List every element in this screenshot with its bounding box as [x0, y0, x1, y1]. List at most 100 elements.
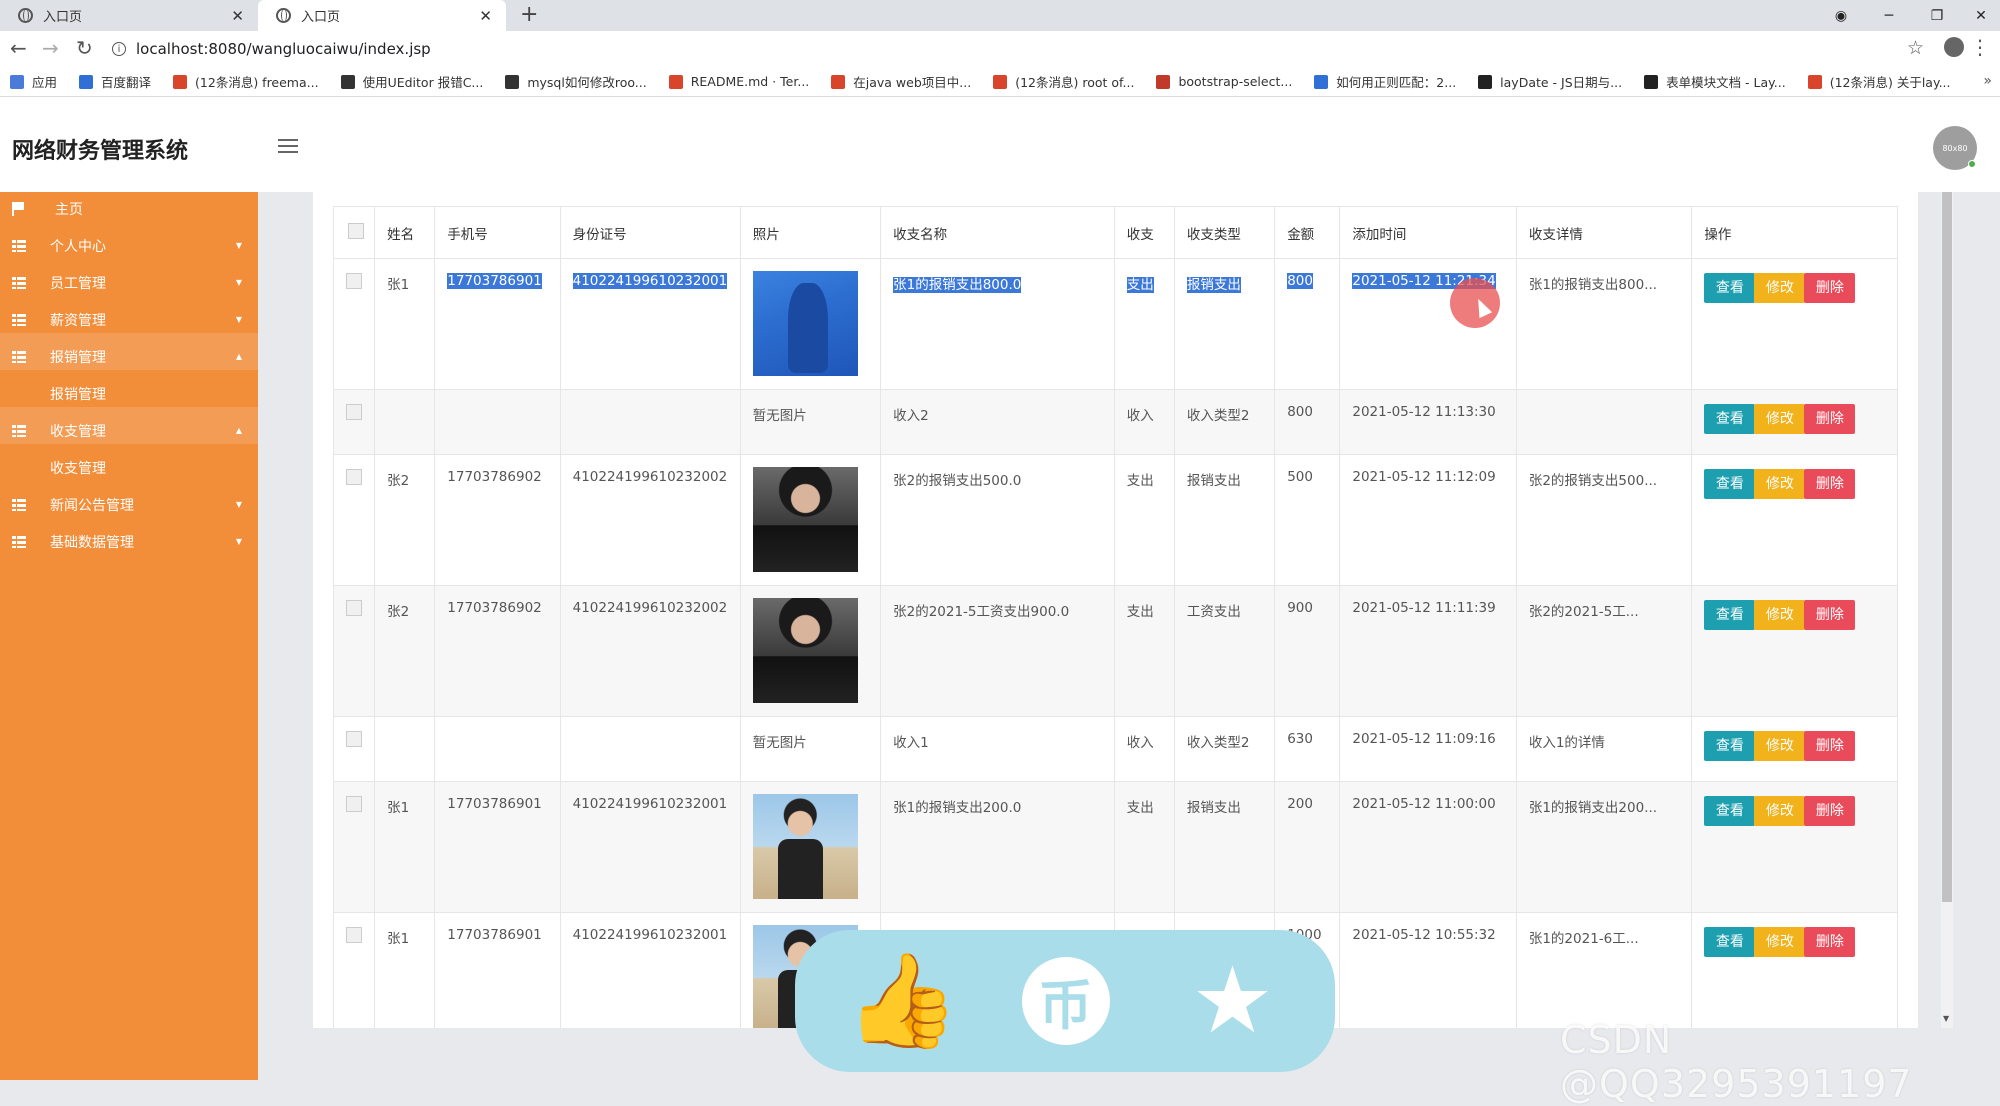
table-row[interactable]: 张2 17703786902 410224199610232002 张2的2021-5… — [332, 585, 1898, 717]
view-button[interactable]: 查看 — [1704, 273, 1756, 303]
bookmarks-bar: 应用 百度翻译 (12条消息) freema... 使用UEditor 报错C... m… — [0, 67, 2000, 97]
cell-text: 2021-05-12 11:12:09 — [1352, 469, 1496, 485]
cell-photo — [739, 781, 882, 913]
cell-actions: 查看 修改 删除 — [1691, 258, 1898, 390]
new-tab-button[interactable]: + — [520, 2, 538, 27]
delete-button[interactable]: 删除 — [1804, 273, 1856, 303]
sidebar-item[interactable]: 基础数据管理 ▼ — [0, 518, 258, 565]
bookmark-item[interactable]: 使用UEditor 报错C... — [340, 72, 483, 91]
hamburger-menu-icon[interactable] — [278, 139, 298, 153]
cell-detail: 张1的报销支出800... — [1515, 258, 1693, 390]
bookmark-item[interactable]: (12条消息) freema... — [173, 72, 319, 91]
row-checkbox[interactable] — [346, 796, 362, 812]
bookmarks-more-icon[interactable]: » — [1983, 73, 1992, 89]
delete-button[interactable]: 删除 — [1804, 731, 1856, 761]
tab-search-icon[interactable]: ◉ — [1818, 0, 1864, 31]
sidebar-subitem-label: 报销管理 — [50, 386, 106, 403]
view-button[interactable]: 查看 — [1704, 927, 1756, 957]
view-button[interactable]: 查看 — [1704, 404, 1756, 434]
view-button[interactable]: 查看 — [1704, 600, 1756, 630]
bookmark-favicon-icon — [173, 74, 188, 89]
edit-button[interactable]: 修改 — [1754, 927, 1806, 957]
delete-button[interactable]: 删除 — [1804, 796, 1856, 826]
avatar-text: 80x80 — [1942, 143, 1968, 153]
star-icon: ★ — [1191, 947, 1274, 1054]
table-row[interactable]: 张1 17703786901 410224199610232001 张1的报销支出80… — [332, 258, 1898, 390]
delete-button[interactable]: 删除 — [1804, 600, 1856, 630]
reload-icon[interactable]: ↻ — [76, 36, 93, 60]
back-icon[interactable]: ← — [10, 36, 27, 60]
sidebar-item-label: 薪资管理 — [50, 312, 106, 329]
delete-button[interactable]: 删除 — [1804, 469, 1856, 499]
bookmark-item[interactable]: mysql如何修改roo... — [505, 72, 647, 91]
bookmark-item[interactable]: (12条消息) 关于lay... — [1807, 72, 1951, 91]
cell-photo — [739, 454, 882, 586]
sidebar-subitem-label: 收支管理 — [50, 460, 106, 477]
bookmark-item[interactable]: 百度翻译 — [79, 72, 151, 91]
cell-text: 收入1 — [893, 735, 929, 751]
bookmark-star-icon[interactable]: ☆ — [1907, 37, 1924, 59]
edit-button[interactable]: 修改 — [1754, 600, 1806, 630]
view-button[interactable]: 查看 — [1704, 469, 1756, 499]
cell-photo — [739, 258, 882, 390]
table-row[interactable]: 暂无图片 收入1 收入 收入类型2 630 2021-05-12 11:09:16 收入1的… — [332, 716, 1898, 782]
info-icon[interactable]: i — [112, 42, 126, 56]
browser-tab-2[interactable]: 入口页 ✕ — [258, 0, 506, 31]
cell-type: 工资支出 — [1173, 585, 1276, 717]
scrollbar-thumb[interactable] — [1942, 192, 1952, 902]
bookmark-item[interactable]: 如何用正则匹配：2... — [1314, 72, 1456, 91]
coin-button[interactable]: 币 — [1013, 948, 1118, 1053]
cell-time: 2021-05-12 11:11:39 — [1339, 585, 1517, 717]
bookmark-item[interactable]: 表单模块文档 - Lay... — [1644, 72, 1786, 91]
close-tab-icon[interactable]: ✕ — [231, 7, 244, 25]
cell-idcard — [559, 716, 741, 782]
cell-text: 张1的报销支出200.0 — [893, 800, 1022, 816]
row-checkbox[interactable] — [346, 469, 362, 485]
row-select-cell — [332, 585, 376, 717]
edit-button[interactable]: 修改 — [1754, 469, 1806, 499]
view-button[interactable]: 查看 — [1704, 731, 1756, 761]
favorite-button[interactable]: ★ — [1180, 947, 1285, 1054]
minimize-icon[interactable]: ─ — [1866, 0, 1912, 31]
row-checkbox[interactable] — [346, 404, 362, 420]
table-row[interactable]: 暂无图片 收入2 收入 收入类型2 800 2021-05-12 11:13:30 查看 修改… — [332, 389, 1898, 455]
cell-amount: 800 — [1274, 258, 1341, 390]
bookmark-item[interactable]: layDate - JS日期与... — [1478, 72, 1622, 91]
bookmark-favicon-icon — [1807, 74, 1822, 89]
restore-icon[interactable]: ❐ — [1914, 0, 1960, 31]
profile-icon[interactable] — [1944, 37, 1964, 57]
row-checkbox[interactable] — [346, 731, 362, 747]
bookmark-item[interactable]: 在java web项目中... — [831, 72, 971, 91]
delete-button[interactable]: 删除 — [1804, 404, 1856, 434]
browser-tab-1[interactable]: 入口页 ✕ — [0, 0, 258, 31]
menu-icon[interactable]: ⋮ — [1970, 35, 1990, 59]
delete-button[interactable]: 删除 — [1804, 927, 1856, 957]
avatar[interactable]: 80x80 — [1933, 126, 1977, 170]
row-checkbox[interactable] — [346, 273, 362, 289]
app-title: 网络财务管理系统 — [12, 139, 189, 164]
table-row[interactable]: 张1 17703786901 410224199610232001 张1的报销支出20… — [332, 781, 1898, 913]
edit-button[interactable]: 修改 — [1754, 404, 1806, 434]
like-button[interactable]: 👍 — [845, 947, 960, 1054]
bookmark-item[interactable]: README.md · Ter... — [668, 74, 809, 89]
close-tab-icon[interactable]: ✕ — [479, 7, 492, 25]
cell-actions: 查看 修改 删除 — [1691, 454, 1898, 586]
bookmark-item[interactable]: (12条消息) root of... — [993, 72, 1134, 91]
window-close-icon[interactable]: ✕ — [1958, 0, 2000, 31]
row-checkbox[interactable] — [346, 927, 362, 943]
row-checkbox[interactable] — [346, 600, 362, 616]
edit-button[interactable]: 修改 — [1754, 273, 1806, 303]
bookmark-label: (12条消息) 关于lay... — [1829, 75, 1951, 90]
select-all-checkbox[interactable] — [348, 222, 364, 239]
cell-text: 张1 — [387, 800, 410, 816]
bookmark-item[interactable]: 应用 — [10, 72, 57, 91]
edit-button[interactable]: 修改 — [1754, 796, 1806, 826]
url-field[interactable]: i localhost:8080/wangluocaiwu/index.jsp — [112, 35, 1902, 63]
view-button[interactable]: 查看 — [1704, 796, 1756, 826]
cell-photo: 暂无图片 — [739, 716, 882, 782]
table-row[interactable]: 张2 17703786902 410224199610232002 张2的报销支出50… — [332, 454, 1898, 586]
forward-icon[interactable]: → — [42, 36, 59, 60]
cell-text: 410224199610232001 — [572, 796, 728, 812]
bookmark-item[interactable]: bootstrap-select... — [1156, 74, 1292, 89]
edit-button[interactable]: 修改 — [1754, 731, 1806, 761]
